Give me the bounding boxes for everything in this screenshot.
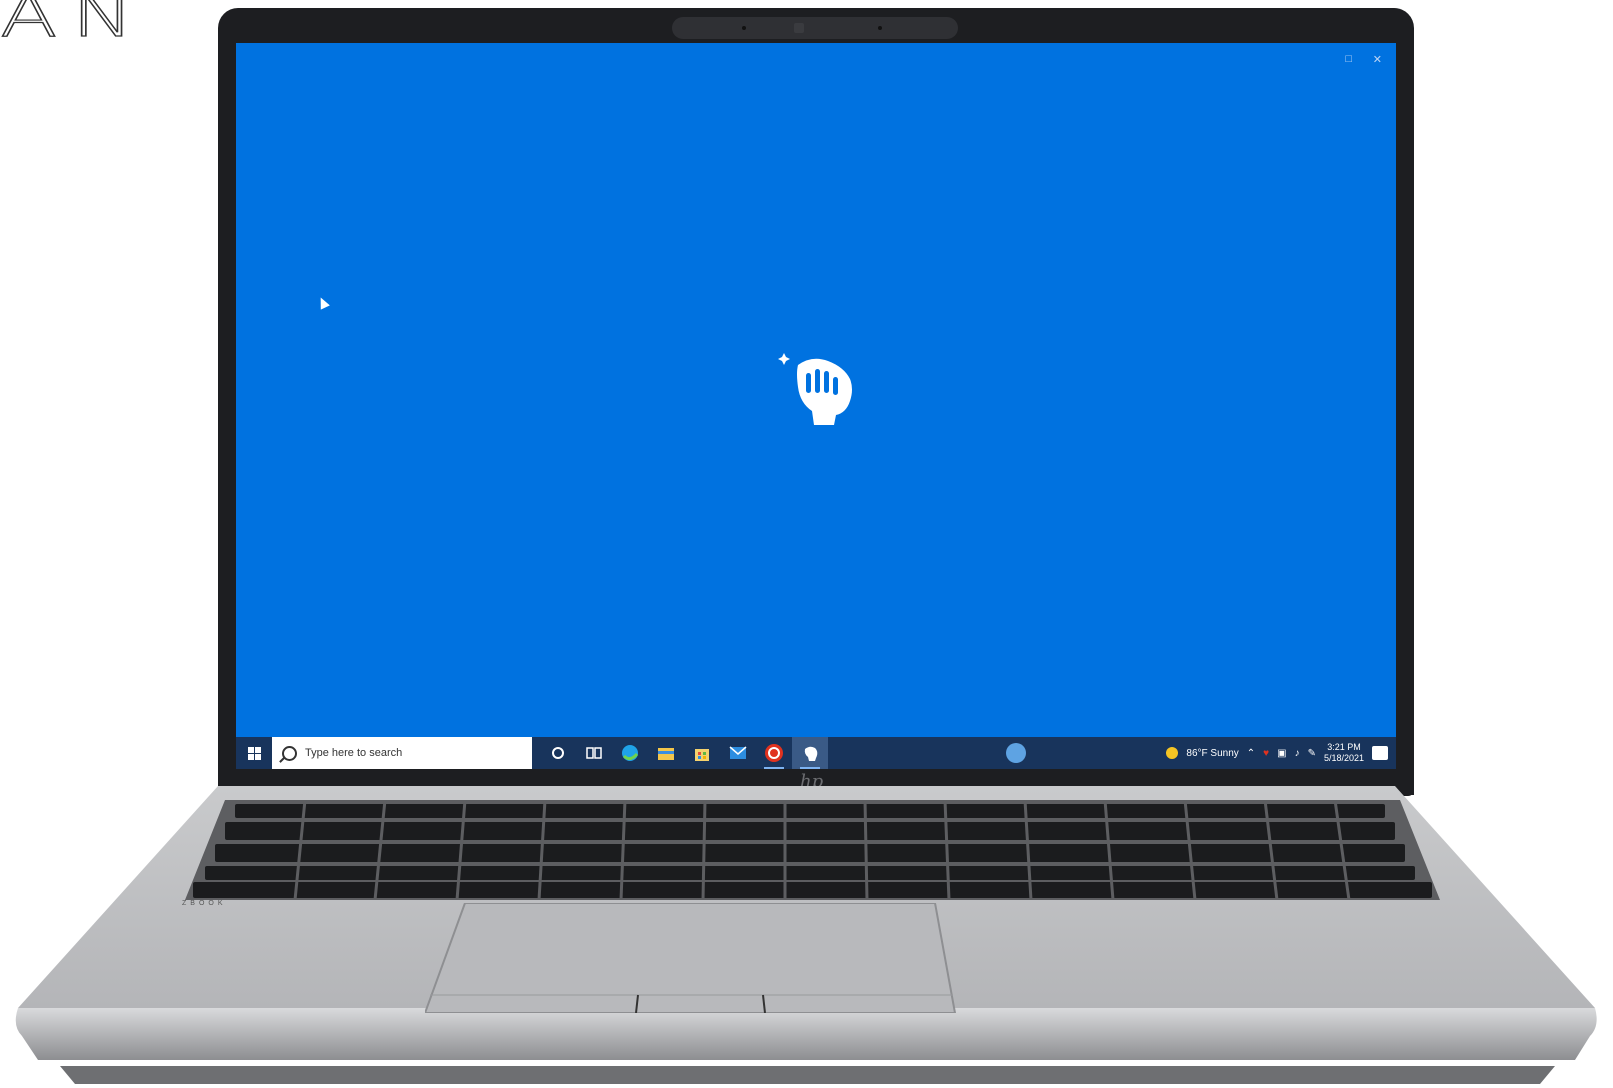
- taskbar: Type here to search 86°F Sunny ⌃ ♥ ▣ ♪ ✎…: [236, 737, 1396, 769]
- weather-icon[interactable]: [1166, 747, 1179, 759]
- hp-app-icon[interactable]: [756, 737, 792, 769]
- language-icon[interactable]: ✎: [1308, 748, 1316, 759]
- zbook-label: ZBOOK: [182, 900, 227, 907]
- notification-icon[interactable]: [1372, 746, 1388, 760]
- keyboard: [185, 800, 1440, 900]
- touchpad[interactable]: [425, 903, 975, 1013]
- clean-hand-icon: [778, 353, 852, 425]
- brand-fragment: AN: [0, 0, 149, 51]
- chevron-up-icon[interactable]: ⌃: [1247, 748, 1255, 759]
- desktop-screen: □ ✕ Type here to search 86°F Sunny ⌃ ♥ ▣…: [236, 43, 1396, 769]
- task-view-icon[interactable]: [576, 737, 612, 769]
- heart-icon[interactable]: ♥: [1263, 748, 1269, 759]
- clock[interactable]: 3:21 PM 5/18/2021: [1324, 742, 1364, 764]
- volume-icon[interactable]: ♪: [1295, 748, 1300, 759]
- file-explorer-icon[interactable]: [648, 737, 684, 769]
- windows-icon: [247, 746, 261, 760]
- clean-app-taskbar-icon[interactable]: [792, 737, 828, 769]
- edge-icon[interactable]: [612, 737, 648, 769]
- network-icon[interactable]: ▣: [1277, 748, 1286, 759]
- search-icon: [282, 745, 297, 761]
- start-button[interactable]: [236, 737, 272, 769]
- restore-icon[interactable]: □: [1345, 53, 1352, 65]
- search-input[interactable]: Type here to search: [272, 737, 532, 769]
- chrome-icon[interactable]: [1006, 743, 1026, 763]
- weather-text[interactable]: 86°F Sunny: [1186, 748, 1238, 759]
- system-tray: 86°F Sunny ⌃ ♥ ▣ ♪ ✎ 3:21 PM 5/18/2021: [1166, 737, 1396, 769]
- close-icon[interactable]: ✕: [1373, 53, 1382, 66]
- camera-light: [878, 26, 882, 30]
- store-icon[interactable]: [684, 737, 720, 769]
- cortana-icon[interactable]: [540, 737, 576, 769]
- webcam-bar: [672, 17, 958, 39]
- clock-date: 5/18/2021: [1323, 753, 1364, 763]
- clock-time: 3:21 PM: [1327, 742, 1361, 752]
- camera-shutter: [794, 23, 804, 33]
- search-placeholder: Type here to search: [305, 747, 403, 759]
- camera-sensor: [742, 26, 746, 30]
- taskbar-apps: [540, 737, 828, 769]
- mouse-cursor: [316, 295, 330, 310]
- mail-icon[interactable]: [720, 737, 756, 769]
